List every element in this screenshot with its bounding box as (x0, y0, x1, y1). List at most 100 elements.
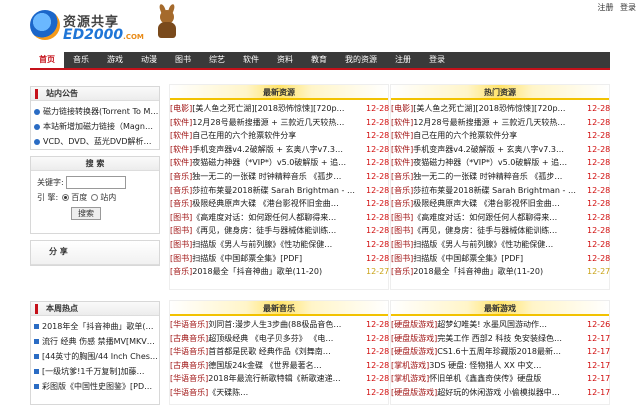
row-category[interactable]: [软件] (170, 129, 192, 143)
resource-row[interactable]: [图书] 扫描版《男人与前列腺》《性功能保健… 12-28 (391, 238, 610, 252)
row-category[interactable]: [音乐] (170, 170, 192, 184)
row-title-link[interactable]: 扫描版《男人与前列腺》《性功能保健… (413, 238, 587, 252)
resource-row[interactable]: [图书] 扫描版《中国邮票全集》[PDF] 12-28 (170, 252, 389, 266)
row-title-link[interactable]: 刘同首:漫步人生3步曲(88极品音色… (208, 318, 366, 332)
row-category[interactable]: [音乐] (170, 265, 192, 279)
resource-row[interactable]: [电影] [美人鱼之死亡湖][2018恐怖惊悚][720p… 12-28 (391, 102, 610, 116)
resource-row[interactable]: [古典音乐] 德国版24k金碟 《世界最著名… 12-28 (170, 359, 389, 373)
resource-row[interactable]: [音乐] 极限经典原声大碟 《港台影视怀旧金曲… 12-28 (170, 197, 389, 211)
resource-row[interactable]: [硬盘版游戏] 超梦幻唯美! 水墨风国游动作… 12-26 (391, 318, 610, 332)
notice-item[interactable]: VCD、DVD、蓝光DVD解析… (34, 134, 159, 149)
row-category[interactable]: [硬盘版游戏] (391, 345, 437, 359)
row-title-link[interactable]: 《高难度对话：如何跟任何人都聊得来… (413, 211, 587, 225)
row-category[interactable]: [图书] (170, 211, 192, 225)
row-title-link[interactable]: 夜猫磁力神器（*VIP*）v5.0破解版 + 追… (413, 156, 587, 170)
row-title-link[interactable]: 自己在用的六个抢票软件分享 (413, 129, 587, 143)
resource-row[interactable]: [音乐] 2018最全「抖音神曲」歌单(11-20) 12-27 (391, 265, 610, 279)
row-category[interactable]: [图书] (391, 211, 413, 225)
row-category[interactable]: [硬盘版游戏] (391, 386, 437, 400)
row-title-link[interactable]: 超顶级经典 《电子贝多芬》 《电… (208, 332, 366, 346)
row-category[interactable]: [图书] (391, 238, 413, 252)
row-category[interactable]: [古典音乐] (170, 359, 208, 373)
resource-row[interactable]: [华语音乐] 《天碟陈… 12-28 (170, 386, 389, 400)
resource-row[interactable]: [软件] 手机变声器v4.2破解版 + 玄奥八字v7.3… 12-28 (170, 143, 389, 157)
resource-row[interactable]: [音乐] 莎拉布莱曼2018新碟 Sarah Brightman - … 12-28 (170, 184, 389, 198)
row-category[interactable]: [图书] (170, 252, 192, 266)
row-category[interactable]: [音乐] (170, 197, 192, 211)
row-title-link[interactable]: 2018最全「抖音神曲」歌单(11-20) (192, 265, 366, 279)
row-category[interactable]: [音乐] (170, 184, 192, 198)
row-category[interactable]: [音乐] (391, 184, 413, 198)
row-category[interactable]: [图书] (170, 238, 192, 252)
row-title-link[interactable]: 极限经典原声大碟 《港台影视怀旧金曲… (413, 197, 587, 211)
row-title-link[interactable]: 扫描版《中国邮票全集》[PDF] (192, 252, 366, 266)
hot-item[interactable]: [44英寸的胸围/44 Inch Ches… (34, 349, 159, 364)
nav-my-resources[interactable]: 我的资源 (336, 52, 386, 68)
resource-row[interactable]: [软件] 自己在用的六个抢票软件分享 12-28 (170, 129, 389, 143)
resource-row[interactable]: [音乐] 极限经典原声大碟 《港台影视怀旧金曲… 12-28 (391, 197, 610, 211)
resource-row[interactable]: [图书] 扫描版《男人与前列腺》《性功能保健… 12-28 (170, 238, 389, 252)
resource-row[interactable]: [掌机游戏] 怀旧单机《鑫鑫奇侠传》硬盘版 12-17 (391, 372, 610, 386)
resource-row[interactable]: [华语音乐] 2018年最流行新歌特辑《新歌速递… 12-28 (170, 372, 389, 386)
resource-row[interactable]: [软件] 自己在用的六个抢票软件分享 12-28 (391, 129, 610, 143)
row-category[interactable]: [图书] (170, 224, 192, 238)
row-category[interactable]: [音乐] (391, 197, 413, 211)
resource-row[interactable]: [音乐] 2018最全「抖音神曲」歌单(11-20) 12-27 (170, 265, 389, 279)
resource-row[interactable]: [图书] 《高难度对话：如何跟任何人都聊得来… 12-28 (391, 211, 610, 225)
notice-item[interactable]: 磁力链接转换器(Torrent To M… (34, 104, 159, 119)
nav-home[interactable]: 首页 (30, 52, 64, 68)
row-category[interactable]: [硬盘版游戏] (391, 318, 437, 332)
row-category[interactable]: [古典音乐] (170, 332, 208, 346)
resource-row[interactable]: [硬盘版游戏] CS1.6十五周年珍藏版2018最新… 12-17 (391, 345, 610, 359)
row-title-link[interactable]: 《再见，健身房：徒手与器械体能训练… (413, 224, 587, 238)
row-category[interactable]: [华语音乐] (170, 372, 208, 386)
keyword-input[interactable] (65, 176, 126, 189)
nav-materials[interactable]: 资料 (268, 52, 302, 68)
row-title-link[interactable]: 莎拉布莱曼2018新碟 Sarah Brightman - … (413, 184, 587, 198)
row-title-link[interactable]: 《高难度对话：如何跟任何人都聊得来… (192, 211, 366, 225)
row-title-link[interactable]: 手机变声器v4.2破解版 + 玄奥八字v7.3… (413, 143, 587, 157)
row-title-link[interactable]: 独一无二的一张碟 时钟精粹音乐 《孤步… (192, 170, 366, 184)
resource-row[interactable]: [音乐] 独一无二的一张碟 时钟精粹音乐 《孤步… 12-28 (391, 170, 610, 184)
resource-row[interactable]: [软件] 夜猫磁力神器（*VIP*）v5.0破解版 + 追… 12-28 (391, 156, 610, 170)
row-category[interactable]: [华语音乐] (170, 318, 208, 332)
nav-software[interactable]: 软件 (234, 52, 268, 68)
row-category[interactable]: [图书] (391, 252, 413, 266)
resource-row[interactable]: [硬盘版游戏] 超好玩的休闲游戏 小偷模拟器中… 12-17 (391, 386, 610, 400)
notice-item[interactable]: 本站新增加磁力链接（Magn… (34, 119, 159, 134)
row-category[interactable]: [电影] (170, 102, 192, 116)
resource-row[interactable]: [软件] 12月28号最新搜播源 + 三款近几天较热… 12-28 (170, 116, 389, 130)
row-title-link[interactable]: 扫描版《中国邮票全集》[PDF] (413, 252, 587, 266)
search-button[interactable]: 搜索 (71, 207, 101, 220)
row-title-link[interactable]: 手机变声器v4.2破解版 + 玄奥八字v7.3… (192, 143, 366, 157)
hot-item[interactable]: 彩图版《中国性史图鉴》[PD… (34, 379, 159, 394)
nav-login[interactable]: 登录 (420, 52, 454, 68)
row-title-link[interactable]: 自己在用的六个抢票软件分享 (192, 129, 366, 143)
row-title-link[interactable]: 德国版24k金碟 《世界最著名… (208, 359, 366, 373)
nav-music[interactable]: 音乐 (64, 52, 98, 68)
row-title-link[interactable]: 2018年最流行新歌特辑《新歌速递… (208, 372, 366, 386)
register-link[interactable]: 注册 (597, 3, 613, 12)
row-category[interactable]: [华语音乐] (170, 345, 208, 359)
resource-row[interactable]: [电影] [美人鱼之死亡湖][2018恐怖惊悚][720p… 12-28 (170, 102, 389, 116)
row-category[interactable]: [软件] (391, 116, 413, 130)
hot-item[interactable]: 2018年全「抖音神曲」歌单(… (34, 319, 159, 334)
resource-row[interactable]: [图书] 《再见，健身房：徒手与器械体能训练… 12-28 (170, 224, 389, 238)
row-category[interactable]: [电影] (391, 102, 413, 116)
row-title-link[interactable]: 莎拉布莱曼2018新碟 Sarah Brightman - … (192, 184, 366, 198)
row-category[interactable]: [掌机游戏] (391, 372, 429, 386)
row-category[interactable]: [音乐] (391, 170, 413, 184)
row-title-link[interactable]: 12月28号最新搜播源 + 三款近几天较热… (413, 116, 587, 130)
nav-books[interactable]: 图书 (166, 52, 200, 68)
site-logo[interactable]: 资源共享 ED2000.COM (30, 3, 180, 48)
row-category[interactable]: [软件] (170, 143, 192, 157)
row-title-link[interactable]: 2018最全「抖音神曲」歌单(11-20) (413, 265, 587, 279)
resource-row[interactable]: [硬盘版游戏] 完美工作 西部2 科技 免安装绿色… 12-17 (391, 332, 610, 346)
row-title-link[interactable]: [美人鱼之死亡湖][2018恐怖惊悚][720p… (192, 102, 366, 116)
resource-row[interactable]: [图书] 《高难度对话：如何跟任何人都聊得来… 12-28 (170, 211, 389, 225)
row-title-link[interactable]: 完美工作 西部2 科技 免安装绿色… (437, 332, 587, 346)
resource-row[interactable]: [图书] 扫描版《中国邮票全集》[PDF] 12-28 (391, 252, 610, 266)
nav-education[interactable]: 教育 (302, 52, 336, 68)
resource-row[interactable]: [软件] 夜猫磁力神器（*VIP*）v5.0破解版 + 追… 12-28 (170, 156, 389, 170)
row-title-link[interactable]: 12月28号最新搜播源 + 三款近几天较热… (192, 116, 366, 130)
